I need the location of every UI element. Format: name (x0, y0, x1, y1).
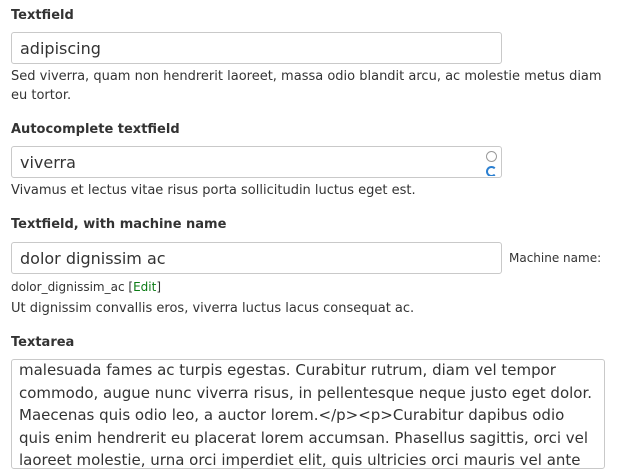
machine-field-description: Ut dignissim convallis eros, viverra luc… (11, 301, 415, 316)
textarea-label: Textarea (11, 335, 75, 350)
machine-field-label: Textfield, with machine name (11, 217, 227, 232)
loading-icon (486, 166, 497, 176)
machine-name-value: dolor_dignissim_ac (11, 280, 125, 294)
textarea-content: malesuada fames ac turpis egestas. Curab… (19, 361, 593, 469)
textfield-description: Sed viverra, quam non hendrerit laoreet,… (11, 69, 602, 103)
machine-name-line: dolor_dignissim_ac [Edit] (11, 280, 161, 294)
textfield-value: adipiscing (20, 39, 101, 58)
autocomplete-value: viverra (20, 153, 76, 172)
machine-field-input[interactable]: dolor dignissim ac (11, 242, 502, 274)
textarea-input[interactable]: malesuada fames ac turpis egestas. Curab… (11, 359, 605, 469)
autocomplete-label: Autocomplete textfield (11, 122, 180, 137)
textfield-label: Textfield (11, 8, 74, 23)
autocomplete-description: Vivamus et lectus vitae risus porta soll… (11, 183, 416, 198)
textfield-input[interactable]: adipiscing (11, 32, 502, 64)
close-bracket: ] (156, 280, 162, 294)
autocomplete-input[interactable]: viverra (11, 146, 502, 178)
machine-field-value: dolor dignissim ac (20, 249, 166, 268)
throbber-icon (486, 151, 497, 162)
machine-name-label: Machine name: (509, 251, 602, 265)
machine-name-edit-link[interactable]: Edit (133, 280, 156, 294)
